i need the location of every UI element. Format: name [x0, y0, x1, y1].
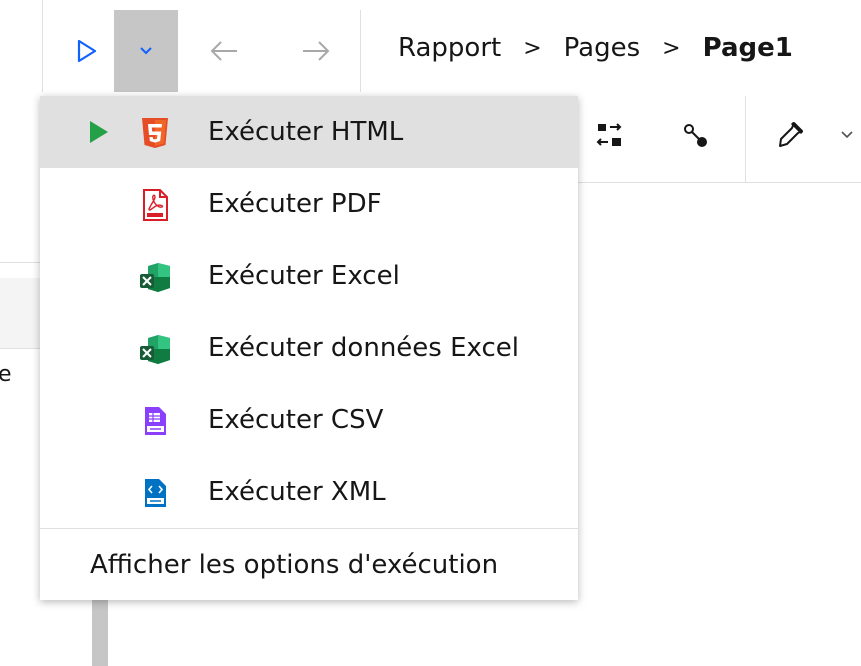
show-run-options-label: Afficher les options d'exécution	[90, 549, 499, 580]
menu-item-run-pdf[interactable]: Exécuter PDF	[40, 168, 578, 240]
menu-item-run-excel-data[interactable]: Exécuter données Excel	[40, 312, 578, 384]
left-panel-tab[interactable]	[0, 278, 42, 348]
arrow-left-icon	[210, 41, 237, 61]
menu-item-run-excel[interactable]: Exécuter Excel	[40, 240, 578, 312]
breadcrumb: Rapport > Pages > Page1	[398, 26, 793, 70]
forward-button[interactable]	[288, 10, 344, 92]
excel-icon	[140, 263, 170, 292]
key-icon	[684, 124, 707, 147]
menu-item-run-html[interactable]: Exécuter HTML	[40, 96, 578, 168]
menu-item-label: Exécuter PDF	[208, 189, 382, 219]
chevron-down-icon	[140, 47, 152, 55]
breadcrumb-item-rapport[interactable]: Rapport	[398, 33, 501, 63]
html5-icon	[142, 118, 168, 148]
swap-icon	[596, 123, 622, 146]
arrow-right-icon	[303, 41, 330, 61]
run-button[interactable]	[62, 10, 112, 92]
play-icon	[90, 121, 108, 143]
breadcrumb-item-pages[interactable]: Pages	[564, 33, 641, 63]
menu-item-label: Exécuter HTML	[208, 117, 404, 147]
breadcrumb-separator: >	[662, 35, 681, 61]
toolbar-divider	[360, 10, 361, 92]
toolbar-divider	[745, 96, 746, 182]
left-panel-divider	[0, 348, 42, 349]
play-outline-icon	[77, 39, 97, 63]
scrollbar[interactable]	[92, 598, 108, 666]
menu-item-run-xml[interactable]: Exécuter XML	[40, 456, 578, 528]
dropper-button[interactable]	[768, 110, 812, 160]
pdf-icon	[143, 189, 168, 221]
toolbar-left-divider	[42, 0, 43, 92]
chevron-down-icon	[840, 131, 853, 139]
breadcrumb-item-page1: Page1	[702, 33, 793, 63]
key-button[interactable]	[674, 110, 718, 160]
toolbar-bottom-border	[560, 182, 861, 183]
dropper-dropdown-button[interactable]	[832, 110, 861, 160]
back-button[interactable]	[196, 10, 252, 92]
breadcrumb-separator: >	[523, 35, 542, 61]
dropper-icon	[779, 121, 804, 147]
left-panel-divider	[0, 262, 42, 263]
xml-icon	[145, 479, 166, 507]
left-panel-cut-label: e	[0, 362, 12, 387]
show-run-options-item[interactable]: Afficher les options d'exécution	[40, 529, 578, 600]
run-menu: Exécuter HTML Exécuter PDF Exécuter Exce…	[40, 96, 578, 600]
menu-item-label: Exécuter données Excel	[208, 333, 519, 363]
csv-icon	[145, 407, 166, 435]
excel-data-icon	[140, 335, 170, 364]
swap-button[interactable]	[588, 110, 632, 160]
menu-item-label: Exécuter XML	[208, 477, 386, 507]
menu-item-run-csv[interactable]: Exécuter CSV	[40, 384, 578, 456]
menu-item-label: Exécuter CSV	[208, 405, 384, 435]
run-dropdown-button[interactable]	[114, 10, 178, 92]
menu-item-label: Exécuter Excel	[208, 261, 400, 291]
